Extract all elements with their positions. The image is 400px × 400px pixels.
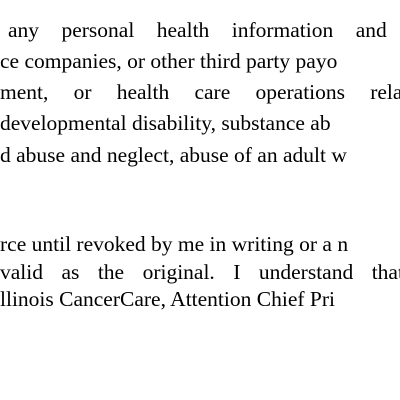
word: information (231, 18, 334, 42)
word: understand (258, 260, 354, 284)
word: ment, (0, 80, 49, 104)
paragraph2-line1: rce until revoked by me in writing or a … (0, 232, 349, 256)
word: as (61, 260, 80, 284)
word: health (116, 80, 170, 104)
paragraph1-line2: ce companies, or other third party payo (0, 49, 338, 73)
word: any (8, 18, 40, 42)
word: the (97, 260, 125, 284)
word: valid (0, 260, 43, 284)
paragraph2-line2: valid as the original. I understand that (0, 259, 400, 285)
word: operations (255, 80, 346, 104)
word: that (371, 260, 400, 284)
word: personal (61, 18, 135, 42)
word: relate (370, 80, 400, 104)
paragraph1-line4: developmental disability, substance ab (0, 111, 331, 135)
word: original. (142, 260, 215, 284)
paragraph2-line3: llinois CancerCare, Attention Chief Pri (0, 287, 335, 311)
word: health (156, 18, 210, 42)
word: I (233, 260, 241, 284)
document-page: any personal health information and n ce… (0, 0, 400, 400)
paragraph1-line3: ment, or health care operations relate (0, 79, 400, 105)
word: or (73, 80, 92, 104)
word: and (355, 18, 387, 42)
paragraph1-line1: any personal health information and n (8, 17, 400, 43)
word: care (194, 80, 231, 104)
paragraph1-line5: d abuse and neglect, abuse of an adult w (0, 143, 347, 167)
